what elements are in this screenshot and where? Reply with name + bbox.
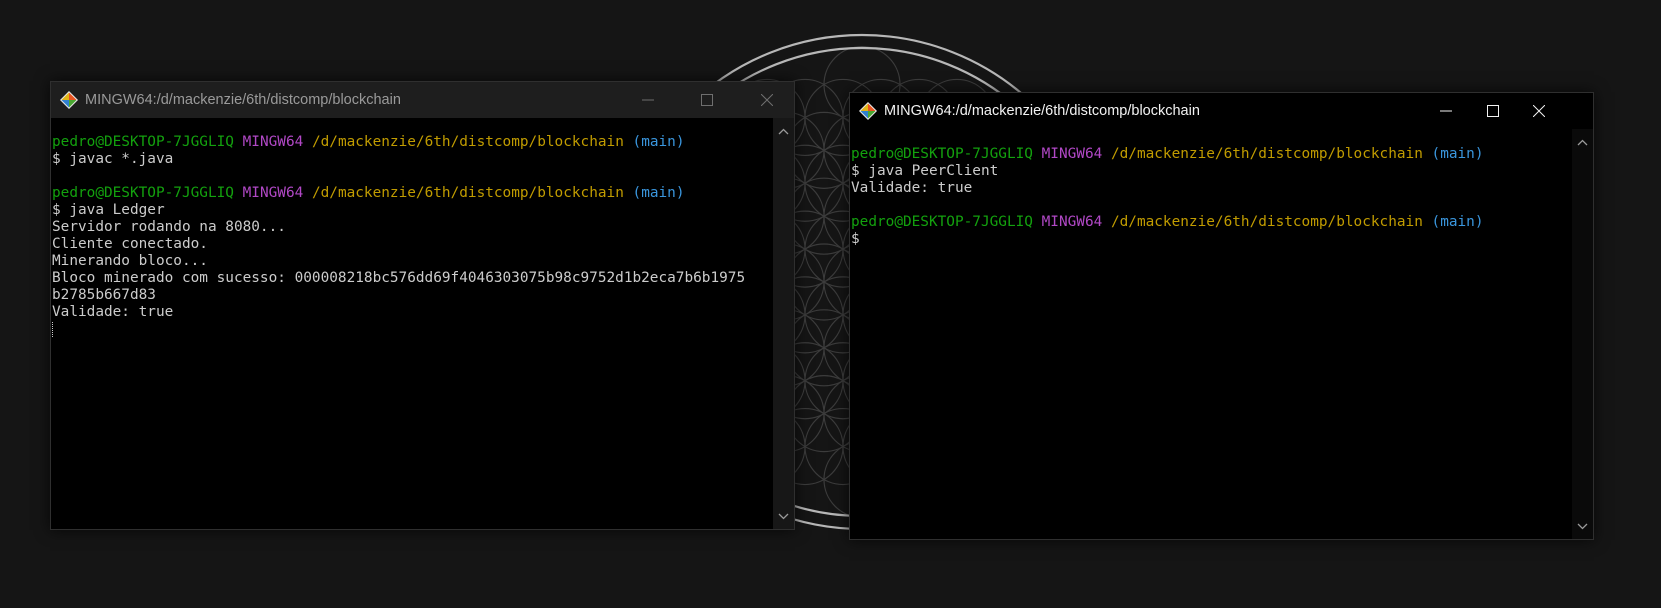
output-line: $ java Ledger (52, 202, 165, 218)
prompt-path: /d/mackenzie/6th/distcomp/blockchain (1110, 214, 1423, 230)
terminal-output[interactable]: pedro@DESKTOP-7JGGLIQ MINGW64 /d/mackenz… (851, 146, 1571, 539)
window-title: MINGW64:/d/mackenzie/6th/distcomp/blockc… (884, 103, 1200, 119)
chevron-down-icon (778, 513, 789, 519)
maximize-button[interactable] (1470, 93, 1516, 129)
prompt-line: pedro@DESKTOP-7JGGLIQ MINGW64 /d/mackenz… (52, 185, 772, 202)
prompt-line: pedro@DESKTOP-7JGGLIQ MINGW64 /d/mackenz… (52, 134, 772, 151)
output-line: $ (851, 231, 860, 247)
prompt-shell: MINGW64 (1041, 214, 1103, 230)
prompt-branch: (main) (632, 185, 685, 201)
output-line: Servidor rodando na 8080... (52, 219, 286, 235)
prompt-path: /d/mackenzie/6th/distcomp/blockchain (1110, 146, 1423, 162)
minimize-icon (1440, 110, 1452, 112)
prompt-shell: MINGW64 (242, 134, 304, 150)
minimize-button[interactable] (1423, 93, 1469, 129)
output-line: b2785b667d83 (52, 287, 156, 303)
maximize-button[interactable] (684, 82, 730, 118)
terminal-cursor-line (52, 321, 772, 338)
git-bash-icon[interactable] (858, 101, 878, 121)
maximize-icon (1487, 105, 1499, 117)
prompt-shell: MINGW64 (242, 185, 304, 201)
chevron-down-icon (1577, 523, 1588, 529)
prompt-branch: (main) (1431, 214, 1484, 230)
terminal-cursor (52, 322, 53, 337)
close-icon (761, 94, 773, 106)
output-line: Minerando bloco... (52, 253, 208, 269)
terminal-output[interactable]: pedro@DESKTOP-7JGGLIQ MINGW64 /d/mackenz… (52, 134, 772, 529)
minimize-button[interactable] (625, 82, 671, 118)
prompt-user: pedro@DESKTOP-7JGGLIQ (52, 185, 234, 201)
title-bar[interactable]: MINGW64:/d/mackenzie/6th/distcomp/blockc… (51, 82, 794, 118)
scroll-down-button[interactable] (1572, 517, 1593, 535)
output-line: Validade: true (52, 304, 174, 320)
prompt-user: pedro@DESKTOP-7JGGLIQ (851, 146, 1033, 162)
title-bar[interactable]: MINGW64:/d/mackenzie/6th/distcomp/blockc… (850, 93, 1593, 129)
prompt-path: /d/mackenzie/6th/distcomp/blockchain (311, 185, 624, 201)
terminal-window-peerclient[interactable]: MINGW64:/d/mackenzie/6th/distcomp/blockc… (849, 92, 1594, 540)
vertical-scrollbar[interactable] (1572, 129, 1593, 539)
output-line: $ java PeerClient (851, 163, 999, 179)
scroll-up-button[interactable] (1572, 133, 1593, 151)
scroll-down-button[interactable] (773, 507, 794, 525)
terminal-window-ledger[interactable]: MINGW64:/d/mackenzie/6th/distcomp/blockc… (50, 81, 795, 530)
git-bash-icon[interactable] (59, 90, 79, 110)
output-line: Cliente conectado. (52, 236, 208, 252)
chevron-up-icon (778, 128, 789, 134)
output-line: $ javac *.java (52, 151, 174, 167)
vertical-scrollbar[interactable] (773, 118, 794, 529)
prompt-line: pedro@DESKTOP-7JGGLIQ MINGW64 /d/mackenz… (851, 214, 1571, 231)
maximize-icon (701, 94, 713, 106)
output-line: Bloco minerado com sucesso: 000008218bc5… (52, 270, 746, 286)
output-line: Validade: true (851, 180, 973, 196)
close-button[interactable] (744, 82, 790, 118)
prompt-line: pedro@DESKTOP-7JGGLIQ MINGW64 /d/mackenz… (851, 146, 1571, 163)
prompt-branch: (main) (632, 134, 685, 150)
prompt-shell: MINGW64 (1041, 146, 1103, 162)
prompt-branch: (main) (1431, 146, 1484, 162)
scroll-up-button[interactable] (773, 122, 794, 140)
prompt-path: /d/mackenzie/6th/distcomp/blockchain (311, 134, 624, 150)
close-button[interactable] (1516, 93, 1562, 129)
prompt-user: pedro@DESKTOP-7JGGLIQ (851, 214, 1033, 230)
window-title: MINGW64:/d/mackenzie/6th/distcomp/blockc… (85, 92, 401, 108)
prompt-user: pedro@DESKTOP-7JGGLIQ (52, 134, 234, 150)
chevron-up-icon (1577, 139, 1588, 145)
close-icon (1533, 105, 1545, 117)
minimize-icon (642, 99, 654, 101)
